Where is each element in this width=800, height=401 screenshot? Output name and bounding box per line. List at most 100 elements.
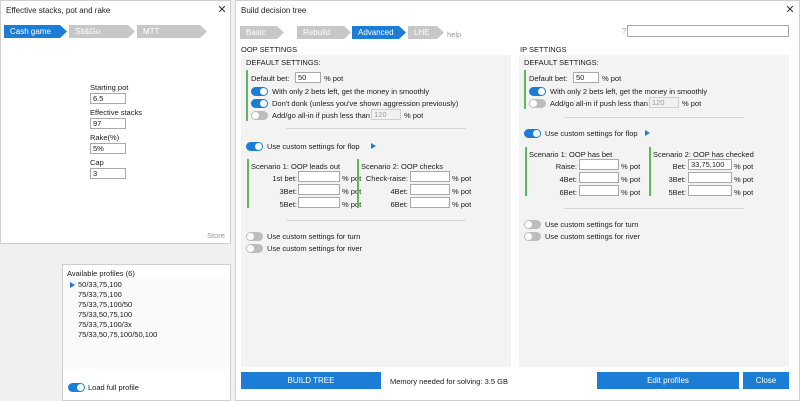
profiles-panel: Available profiles (6) 50/33,75,100 75/3… <box>62 264 231 401</box>
oop-s1-row-label: 5Bet: <box>279 200 297 209</box>
ip-s2-input[interactable] <box>688 185 732 196</box>
stacks-panel: Effective stacks, pot and rake ✕ Cash ga… <box>0 0 231 244</box>
oop-s2-title: Scenario 2: OOP checks <box>361 162 443 171</box>
tab-advanced[interactable]: Advanced <box>352 26 406 39</box>
ip-turn-toggle[interactable] <box>524 220 541 229</box>
ip-s2-input[interactable] <box>688 172 732 183</box>
memory-label: Memory needed for solving: 3.5 GB <box>390 377 508 386</box>
close-icon[interactable]: ✕ <box>216 5 228 17</box>
ip-s2-input[interactable]: 33,75,100 <box>688 159 732 170</box>
divider <box>286 220 466 221</box>
effective-stacks-input[interactable]: 97 <box>90 118 126 129</box>
rake-label: Rake(%) <box>90 133 120 142</box>
ip-turn-label: Use custom settings for turn <box>545 220 639 229</box>
pct-pot-label: % pot <box>452 174 472 183</box>
profile-item[interactable]: 75/33,50,75,100/50,100 <box>78 330 157 339</box>
oop-allin-toggle[interactable] <box>251 111 268 120</box>
pct-pot-label: % pot <box>621 162 641 171</box>
close-button[interactable]: Close <box>743 372 789 389</box>
oop-allin-label: Add/go all-in if push less than <box>272 111 370 120</box>
ip-default-bet-input[interactable]: 50 <box>573 72 599 83</box>
oop-s2-bar <box>357 159 359 208</box>
ip-s1-row-label: 6Bet: <box>559 188 577 197</box>
pct-pot-label: % pot <box>602 74 622 83</box>
ip-s2-bar <box>649 147 651 196</box>
ip-river-label: Use custom settings for river <box>545 232 641 241</box>
ip-flop-label: Use custom settings for flop <box>545 129 638 138</box>
edit-profiles-button[interactable]: Edit profiles <box>597 372 739 389</box>
expand-arrow-icon[interactable] <box>645 130 650 136</box>
oop-dont-donk-label: Don't donk (unless you've shown aggressi… <box>272 99 459 108</box>
tab-rebuild[interactable]: Rebuild <box>297 26 351 39</box>
profile-item[interactable]: 75/33,75,100 <box>78 290 122 299</box>
rake-input[interactable]: 5% <box>90 143 126 154</box>
oop-two-bets-toggle[interactable] <box>251 87 268 96</box>
cap-label: Cap <box>90 158 104 167</box>
ip-default-bet-label: Default bet: <box>529 74 568 83</box>
oop-heading: OOP SETTINGS <box>241 45 298 54</box>
profiles-header: Available profiles (6) <box>67 269 135 278</box>
pct-pot-label: % pot <box>452 200 472 209</box>
build-tree-button[interactable]: BUILD TREE <box>241 372 381 389</box>
profile-item[interactable]: 75/33,50,75,100 <box>78 310 132 319</box>
oop-turn-toggle[interactable] <box>246 232 263 241</box>
starting-pot-label: Starting pot <box>90 83 129 92</box>
close-icon[interactable]: ✕ <box>784 5 796 17</box>
pct-pot-label: % pot <box>621 175 641 184</box>
pct-pot-label: % pot <box>324 74 344 83</box>
oop-river-label: Use custom settings for river <box>267 244 363 253</box>
divider <box>564 208 744 209</box>
oop-s2-input[interactable] <box>410 197 450 208</box>
oop-s1-input[interactable] <box>298 197 340 208</box>
search-input[interactable] <box>627 25 789 37</box>
load-full-profile-toggle[interactable] <box>68 383 85 392</box>
tab-cash-game[interactable]: Cash game <box>4 25 67 38</box>
starting-pot-input[interactable]: 6.5 <box>90 93 126 104</box>
store-button[interactable]: Store <box>207 231 225 240</box>
oop-flop-toggle[interactable] <box>246 142 263 151</box>
ip-s1-row-label: 4Bet: <box>559 175 577 184</box>
help-link[interactable]: help <box>447 30 461 39</box>
oop-s2-input[interactable] <box>410 184 450 195</box>
cap-input[interactable]: 3 <box>90 168 126 179</box>
ip-default-heading: DEFAULT SETTINGS: <box>524 58 599 67</box>
ip-two-bets-toggle[interactable] <box>529 87 546 96</box>
profile-item[interactable]: 50/33,75,100 <box>78 280 122 289</box>
ip-allin-toggle[interactable] <box>529 99 546 108</box>
build-tree-title: Build decision tree <box>241 6 307 15</box>
pct-pot-label: % pot <box>734 175 754 184</box>
oop-river-toggle[interactable] <box>246 244 263 253</box>
oop-s1-input[interactable] <box>298 184 340 195</box>
stacks-panel-title: Effective stacks, pot and rake <box>6 6 111 15</box>
oop-dont-donk-toggle[interactable] <box>251 99 268 108</box>
tab-lhe[interactable]: LHE <box>408 26 444 39</box>
oop-s2-input[interactable] <box>410 171 450 182</box>
pct-pot-label: % pot <box>682 99 702 108</box>
oop-flop-label: Use custom settings for flop <box>267 142 360 151</box>
oop-s1-input[interactable] <box>298 171 340 182</box>
oop-default-bet-input[interactable]: 50 <box>295 72 321 83</box>
profile-item[interactable]: 75/33,75,100/3x <box>78 320 132 329</box>
tab-sitandgo[interactable]: Sit&Go <box>69 25 135 38</box>
ip-river-toggle[interactable] <box>524 232 541 241</box>
ip-allin-input[interactable]: 120 <box>649 97 679 108</box>
oop-s1-title: Scenario 1: OOP leads out <box>251 162 341 171</box>
selected-profile-marker-icon <box>70 282 75 288</box>
oop-allin-input[interactable]: 120 <box>371 109 401 120</box>
oop-default-bar <box>246 70 248 121</box>
build-tree-panel: Build decision tree ✕ Basic Rebuild Adva… <box>235 0 800 401</box>
profile-item[interactable]: 75/33,75,100/50 <box>78 300 132 309</box>
oop-default-heading: DEFAULT SETTINGS: <box>246 58 321 67</box>
ip-s1-input[interactable] <box>579 185 619 196</box>
oop-s2-row-label: Check-raise: <box>365 174 408 183</box>
tab-basic[interactable]: Basic <box>240 26 284 39</box>
ip-s1-row-label: Raise: <box>555 162 577 171</box>
ip-flop-toggle[interactable] <box>524 129 541 138</box>
ip-heading: IP SETTINGS <box>520 45 567 54</box>
expand-arrow-icon[interactable] <box>371 143 376 149</box>
ip-default-bar <box>524 70 526 109</box>
ip-s2-row-label: 5Bet: <box>668 188 686 197</box>
tab-mtt[interactable]: MTT <box>137 25 207 38</box>
ip-s1-input[interactable] <box>579 159 619 170</box>
ip-s1-input[interactable] <box>579 172 619 183</box>
